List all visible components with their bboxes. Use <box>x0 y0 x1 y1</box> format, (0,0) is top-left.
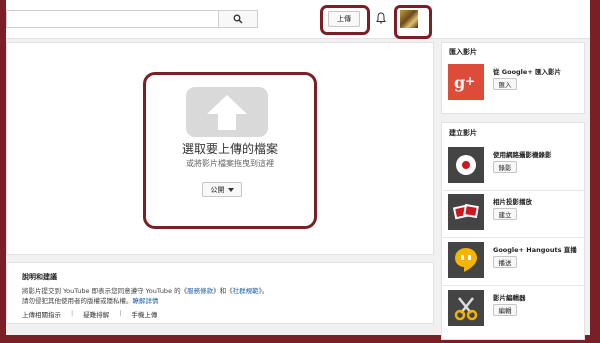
frame-right <box>590 0 600 343</box>
scissors-icon <box>448 290 484 326</box>
video-editor-item: 影片編輯器 編輯 <box>448 290 582 330</box>
upload-button[interactable]: 上傳 <box>328 11 360 27</box>
broadcast-button[interactable]: 播送 <box>493 256 517 268</box>
separator: | <box>71 309 74 317</box>
help-text-line1: 將影片提交到 YouTube 即表示您同意遵守 YouTube 的《服務條款》和… <box>22 285 268 295</box>
drop-title: 選取要上傳的檔案 <box>181 142 278 156</box>
notifications-button[interactable] <box>374 10 388 26</box>
google-plus-icon: g + <box>448 64 484 100</box>
privacy-value: 公開 <box>210 185 225 194</box>
svg-text:g: g <box>454 73 465 92</box>
search-input[interactable] <box>6 10 218 28</box>
help-text-line2: 請勿侵犯其他使用者的版權或隱私權。瞭解詳情 <box>22 295 159 305</box>
import-google-plus-item: g + 從 Google+ 匯入影片 匯入 <box>448 64 582 104</box>
help-link-troubleshooting[interactable]: 疑難排解 <box>83 309 109 319</box>
import-button[interactable]: 匯入 <box>493 78 517 90</box>
separator: | <box>119 309 122 317</box>
avatar[interactable] <box>400 10 418 28</box>
import-heading: 匯入影片 <box>449 48 477 56</box>
privacy-select[interactable]: 公開 <box>202 182 242 197</box>
photo-slideshow-label: 相片投影播放 <box>493 198 532 206</box>
photo-slideshow-icon <box>448 194 484 230</box>
help-text-part: 》。 <box>258 287 269 295</box>
top-bar <box>6 0 590 39</box>
hangouts-label: Google+ Hangouts 直播 <box>493 246 577 254</box>
record-button[interactable]: 錄影 <box>493 161 517 173</box>
webcam-record-label: 使用網路攝影機錄影 <box>493 151 552 159</box>
video-editor-label: 影片編輯器 <box>493 294 526 302</box>
divider <box>441 285 585 286</box>
webcam-record-item: 使用網路攝影機錄影 錄影 <box>448 147 582 187</box>
help-title: 說明和建議 <box>22 273 57 281</box>
upload-arrow-icon[interactable] <box>186 87 268 137</box>
create-heading: 建立影片 <box>449 129 477 137</box>
help-link-mobile-upload[interactable]: 手機上傳 <box>131 309 157 319</box>
create-slideshow-button[interactable]: 建立 <box>493 208 517 220</box>
help-links: 上傳相關指示 | 疑難排解 | 手機上傳 <box>22 309 157 319</box>
drop-subtitle: 或將影片檔案拖曳到這裡 <box>186 159 274 168</box>
search-button[interactable] <box>218 10 258 28</box>
help-link-upload-instructions[interactable]: 上傳相關指示 <box>22 309 61 319</box>
record-icon <box>448 147 484 183</box>
hangouts-item: Google+ Hangouts 直播 播送 <box>448 242 582 282</box>
help-text-part: 將影片提交到 YouTube 即表示您同意遵守 YouTube 的《 <box>22 287 188 295</box>
bell-icon <box>376 12 386 24</box>
tos-link[interactable]: 服務條款 <box>187 287 213 295</box>
chevron-down-icon <box>227 187 234 192</box>
hangouts-icon <box>448 242 484 278</box>
help-text-part: 》和《 <box>213 287 233 295</box>
guidelines-link[interactable]: 社群規範 <box>233 287 259 295</box>
divider <box>441 190 585 191</box>
import-label: 從 Google+ 匯入影片 <box>493 68 562 76</box>
svg-text:+: + <box>465 74 475 88</box>
learn-more-link[interactable]: 瞭解詳情 <box>133 297 159 305</box>
help-text-part: 請勿侵犯其他使用者的版權或隱私權。 <box>22 297 133 305</box>
search-icon <box>233 14 243 24</box>
photo-slideshow-item: 相片投影播放 建立 <box>448 194 582 234</box>
divider <box>441 237 585 238</box>
edit-button[interactable]: 編輯 <box>493 304 517 316</box>
